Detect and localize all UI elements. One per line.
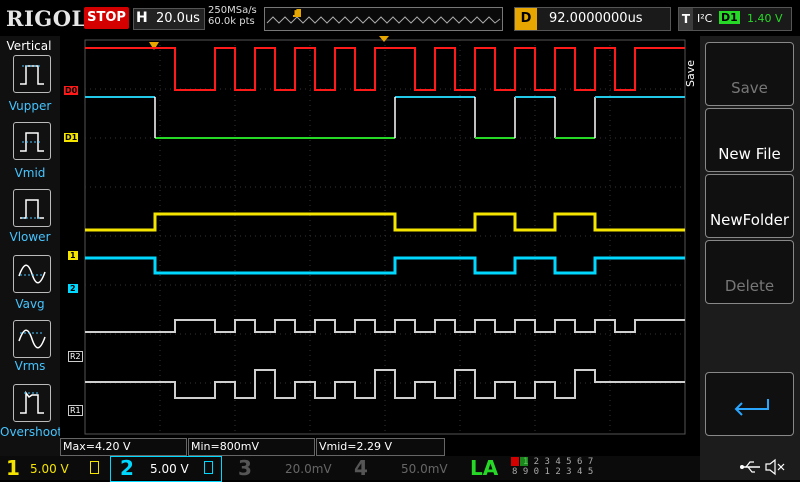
la-d1-active xyxy=(520,457,528,466)
vavg-label: Vavg xyxy=(15,297,45,311)
vmid-label: Vmid xyxy=(14,166,46,180)
ch1-marker[interactable]: 1 xyxy=(68,251,78,260)
ch1-scale[interactable]: 5.00 V xyxy=(30,462,69,476)
trigger-box[interactable]: T I²C D1 1.40 V xyxy=(678,7,792,31)
vupper-icon xyxy=(20,65,44,85)
return-arrow-icon xyxy=(734,399,769,416)
ch1-coupling-icon xyxy=(90,461,99,474)
overshoot-button[interactable] xyxy=(13,384,51,422)
r1-marker[interactable]: R1 xyxy=(68,405,83,416)
new-file-label: New File xyxy=(718,145,781,163)
ch2-number[interactable]: 2 xyxy=(120,456,134,480)
vrms-icon xyxy=(18,329,46,349)
center-marker xyxy=(379,36,389,42)
brand-logo: RIGOL xyxy=(6,6,87,31)
delay-label: D xyxy=(515,8,537,30)
vlower-button[interactable] xyxy=(13,189,51,227)
trigger-label: T xyxy=(679,8,693,30)
measure-min: Min=800mV xyxy=(188,438,315,456)
vavg-icon xyxy=(18,264,46,284)
vlower-label: Vlower xyxy=(9,230,51,244)
save-button[interactable]: Save xyxy=(705,42,794,106)
ref1-trace xyxy=(85,369,685,399)
measure-min-text: Min=800mV xyxy=(191,440,259,453)
la-d0-active xyxy=(511,457,519,466)
trigger-type: I²C xyxy=(697,12,713,25)
la-label[interactable]: LA xyxy=(470,456,498,480)
ch1-trace xyxy=(85,212,685,232)
vmid-icon xyxy=(20,132,44,152)
left-menu-title: Vertical xyxy=(6,39,52,53)
usb-icon xyxy=(740,461,760,473)
la-channels-row2: 8 9 0 1 2 3 4 5 xyxy=(512,467,594,477)
ch3-scale[interactable]: 20.0mV xyxy=(285,462,332,476)
vlower-icon xyxy=(20,199,44,219)
sample-rate: 250MSa/s xyxy=(208,5,257,16)
new-file-button[interactable]: New File xyxy=(705,108,794,172)
trigger-marker-label: T xyxy=(291,8,297,17)
vrms-label: Vrms xyxy=(14,359,46,373)
save-button-label: Save xyxy=(731,79,768,97)
vupper-button[interactable] xyxy=(13,55,51,93)
vupper-label: Vupper xyxy=(8,99,52,113)
measure-max-text: Max=4.20 V xyxy=(63,440,131,453)
mute-icon[interactable] xyxy=(764,458,786,476)
d1-marker[interactable]: D1 xyxy=(64,133,79,142)
ch2-marker[interactable]: 2 xyxy=(68,284,78,293)
ch2-scale[interactable]: 5.00 V xyxy=(150,462,189,476)
vrms-button[interactable] xyxy=(13,320,51,358)
waveform-overview-strip[interactable] xyxy=(264,7,503,31)
memory-depth: 60.0k pts xyxy=(208,16,255,27)
waveform-canvas xyxy=(84,36,686,435)
delete-label: Delete xyxy=(724,277,775,295)
timebase-value: 20.0us xyxy=(156,11,200,26)
ch3-number[interactable]: 3 xyxy=(238,456,252,480)
new-folder-button[interactable]: NewFolder xyxy=(705,174,794,238)
measure-vmid: Vmid=2.29 V xyxy=(316,438,445,456)
measure-max: Max=4.20 V xyxy=(60,438,187,456)
right-menu-title: Save xyxy=(684,60,697,88)
ch4-scale[interactable]: 50.0mV xyxy=(401,462,448,476)
vmid-button[interactable] xyxy=(13,122,51,160)
d0-marker[interactable]: D0 xyxy=(64,86,79,95)
ch1-number[interactable]: 1 xyxy=(6,456,20,480)
ch2-coupling-icon xyxy=(204,461,213,474)
measure-vmid-text: Vmid=2.29 V xyxy=(319,440,393,453)
run-stop-indicator[interactable]: STOP xyxy=(84,7,129,29)
return-button[interactable] xyxy=(705,372,794,436)
waveform-display[interactable] xyxy=(60,36,700,436)
delete-button[interactable]: Delete xyxy=(705,240,794,304)
overshoot-icon xyxy=(20,390,44,414)
overview-wave xyxy=(266,9,501,24)
vavg-button[interactable] xyxy=(13,255,51,293)
delay-box[interactable]: D 92.0000000us xyxy=(514,7,671,31)
acquisition-info: 250MSa/s 60.0k pts xyxy=(208,5,257,27)
overshoot-label: Overshoot xyxy=(0,425,63,439)
new-folder-label: NewFolder xyxy=(709,211,790,229)
d0-trace xyxy=(85,47,685,91)
delay-value: 92.0000000us xyxy=(549,11,643,26)
timebase-label: H xyxy=(136,10,148,26)
r2-marker[interactable]: R2 xyxy=(68,351,83,362)
timebase-box[interactable]: H 20.0us xyxy=(133,8,205,30)
ch4-number[interactable]: 4 xyxy=(354,456,368,480)
trigger-level: 1.40 V xyxy=(747,12,783,25)
trigger-source: D1 xyxy=(719,11,740,24)
